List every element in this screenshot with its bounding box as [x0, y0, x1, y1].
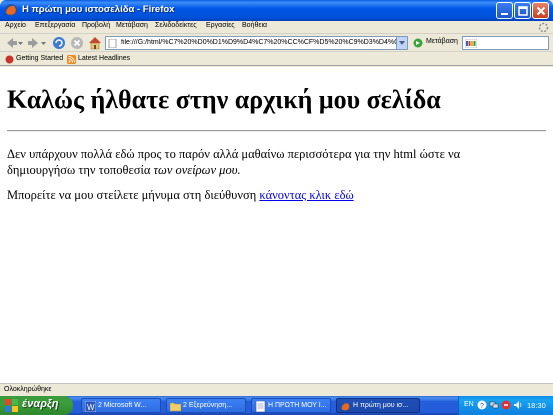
close-icon: [536, 6, 546, 16]
taskbar-item-firefox[interactable]: Η πρώτη μου ισ...: [336, 398, 420, 413]
page-content: Καλώς ήλθατε στην αρχική μου σελίδα Δεν …: [0, 67, 553, 383]
menu-help[interactable]: Βοήθεια: [242, 22, 267, 29]
intro-paragraph: Δεν υπάρχουν πολλά εδώ προς το παρόν αλλ…: [7, 146, 527, 178]
reload-icon[interactable]: [51, 35, 67, 51]
rss-icon: [67, 55, 76, 64]
menu-edit[interactable]: Επεξεργασία: [35, 22, 75, 29]
taskbar-item-label: 2 Εξερεύνηση...: [183, 402, 233, 409]
forward-dropdown-icon[interactable]: [41, 41, 46, 46]
title-bar[interactable]: Η πρώτη μου ιστοσελίδα - Firefox: [0, 0, 553, 21]
go-label: Μετάβαση: [426, 38, 458, 45]
firefox-icon: [340, 401, 351, 412]
google-search-icon[interactable]: [465, 39, 477, 48]
page-icon: [108, 39, 117, 48]
bookmark-label: Getting Started: [16, 55, 64, 62]
svg-text:W: W: [87, 403, 95, 412]
volume-icon[interactable]: [513, 400, 523, 410]
throbber-icon: [538, 22, 549, 33]
svg-text:?: ?: [480, 403, 484, 410]
back-icon[interactable]: [3, 35, 19, 51]
taskbar: έναρξη W 2 Microsoft W... 2 Εξερεύνηση..…: [0, 396, 553, 415]
bookmark-label: Latest Headlines: [78, 55, 131, 62]
help-icon[interactable]: ?: [477, 400, 487, 410]
stop-icon[interactable]: [69, 35, 85, 51]
home-icon[interactable]: [87, 35, 103, 51]
menu-tools[interactable]: Εργασίες: [206, 22, 235, 29]
contact-paragraph: Μπορείτε να μου στείλετε μήνυμα στη διεύ…: [7, 188, 354, 203]
address-dropdown-button[interactable]: [396, 37, 407, 49]
start-button[interactable]: έναρξη: [0, 396, 73, 415]
contact-text: Μπορείτε να μου στείλετε μήνυμα στη διεύ…: [7, 188, 260, 202]
clock[interactable]: 18:30: [527, 401, 546, 410]
firefox-window: Η πρώτη μου ιστοσελίδα - Firefox Αρχείο …: [0, 0, 553, 396]
menu-bar: Αρχείο Επεξεργασία Προβολή Μετάβαση Σελι…: [0, 21, 553, 34]
forward-icon[interactable]: [26, 35, 42, 51]
taskbar-item-explorer[interactable]: 2 Εξερεύνηση...: [166, 398, 246, 413]
minimize-button[interactable]: [496, 2, 513, 19]
address-bar[interactable]: file:///G:/html/%C7%20%D0%D1%D9%D4%C7%20…: [105, 36, 408, 50]
status-bar: Ολοκληρώθηκε: [0, 383, 553, 396]
horizontal-rule: [7, 130, 546, 132]
taskbar-item-label: 2 Microsoft W...: [98, 402, 147, 409]
minimize-icon: [501, 13, 508, 15]
menu-go[interactable]: Μετάβαση: [116, 22, 148, 29]
address-input[interactable]: file:///G:/html/%C7%20%D0%D1%D9%D4%C7%20…: [121, 39, 399, 46]
language-indicator[interactable]: EN: [464, 401, 474, 408]
menu-file[interactable]: Αρχείο: [5, 22, 26, 29]
notepad-icon: [255, 401, 266, 412]
bookmark-red-icon: [5, 55, 14, 64]
system-tray: EN ? 18:30: [458, 396, 553, 415]
menu-bookmarks[interactable]: Σελιδοδείκτες: [155, 22, 197, 29]
start-label: έναρξη: [22, 398, 59, 410]
antivirus-icon[interactable]: [501, 400, 511, 410]
back-dropdown-icon[interactable]: [18, 41, 23, 46]
go-arrow-icon: [413, 38, 423, 48]
taskbar-item-label: Η ΠΡΩΤΗ ΜΟΥ Ι...: [268, 402, 327, 409]
bookmark-latest-headlines[interactable]: Latest Headlines: [67, 54, 137, 65]
word-icon: W: [85, 401, 96, 412]
close-button[interactable]: [532, 2, 549, 19]
status-text: Ολοκληρώθηκε: [4, 386, 52, 393]
maximize-button[interactable]: [514, 2, 531, 19]
navigation-toolbar: file:///G:/html/%C7%20%D0%D1%D9%D4%C7%20…: [0, 34, 553, 52]
firefox-icon: [5, 4, 17, 16]
taskbar-item-word[interactable]: W 2 Microsoft W...: [81, 398, 161, 413]
bookmarks-toolbar: Getting Started Latest Headlines: [0, 53, 553, 66]
windows-logo-icon: [5, 399, 18, 412]
bookmark-getting-started[interactable]: Getting Started: [5, 54, 65, 65]
network-icon[interactable]: [489, 400, 499, 410]
maximize-icon: [518, 6, 528, 16]
contact-link[interactable]: κάνοντας κλικ εδώ: [259, 188, 353, 202]
taskbar-item-label: Η πρώτη μου ισ...: [353, 402, 409, 409]
taskbar-item-notepad[interactable]: Η ΠΡΩΤΗ ΜΟΥ Ι...: [251, 398, 331, 413]
chevron-down-icon: [399, 41, 405, 45]
window-title: Η πρώτη μου ιστοσελίδα - Firefox: [22, 4, 175, 15]
page-heading: Καλώς ήλθατε στην αρχική μου σελίδα: [7, 85, 441, 114]
intro-italic-text: των ονείρων μου.: [153, 163, 241, 177]
menu-view[interactable]: Προβολή: [82, 22, 110, 29]
search-box[interactable]: [462, 36, 549, 50]
folder-icon: [170, 402, 181, 412]
